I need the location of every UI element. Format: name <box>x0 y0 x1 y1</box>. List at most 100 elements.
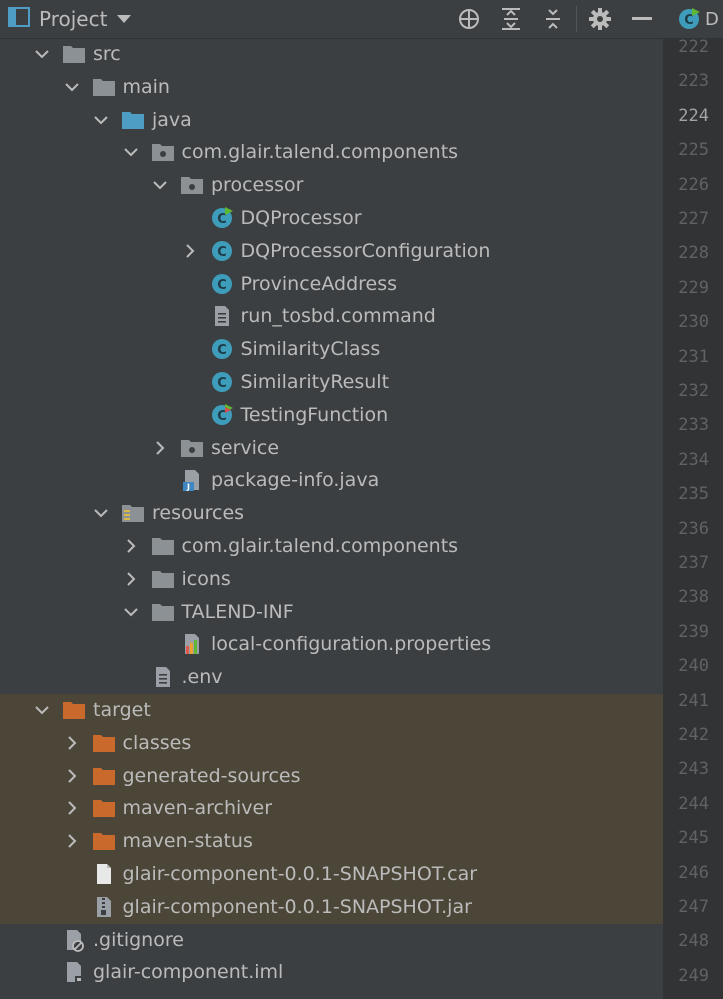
tree-item[interactable]: run_tosbd.command <box>0 300 663 333</box>
tree-item[interactable]: com.glair.talend.components <box>0 530 663 563</box>
line-number: 243 <box>678 759 709 780</box>
tree-item[interactable]: generated-sources <box>0 759 663 793</box>
tree-item-label: target <box>93 699 151 721</box>
editor-gutter: 222 223 224 225 226 227 228 229 230 231 232 233 234 2… <box>663 38 723 999</box>
tree-item[interactable]: icons <box>0 563 663 596</box>
editor-tab-label: D <box>705 8 719 30</box>
line-number: 249 <box>678 965 709 986</box>
java-class-icon: C <box>210 272 234 296</box>
editor-tab[interactable]: C D <box>663 0 723 39</box>
tree-item-label: service <box>211 436 280 459</box>
tree-item[interactable]: TALEND-INF <box>0 596 663 629</box>
tree-item[interactable]: java <box>0 104 663 137</box>
project-tool-window-header: Project <box>0 0 663 39</box>
tree-item[interactable]: src <box>0 38 663 71</box>
chevron-down-icon[interactable] <box>34 46 50 62</box>
tree-item[interactable]: C SimilarityResult <box>0 366 663 399</box>
minimize-icon[interactable] <box>621 0 663 38</box>
chevron-right-icon[interactable] <box>64 768 80 784</box>
project-tree[interactable]: src main java com.glair.talend.components pr… <box>0 38 663 999</box>
archive-icon <box>92 895 116 919</box>
line-number: 223 <box>678 71 709 92</box>
chevron-down-icon[interactable] <box>64 79 80 95</box>
tree-item-label: DQProcessor <box>240 207 362 229</box>
tree-item[interactable]: maven-status <box>0 825 663 859</box>
line-number: 236 <box>678 518 709 539</box>
line-number: 225 <box>678 140 709 161</box>
resources-folder-icon <box>121 501 145 525</box>
chevron-right-icon[interactable] <box>152 440 168 456</box>
properties-file-icon <box>180 632 204 656</box>
chevron-right-icon[interactable] <box>123 538 139 554</box>
tree-item[interactable]: C DQProcessor <box>0 202 663 235</box>
chevron-right-icon[interactable] <box>64 735 80 751</box>
folder-icon <box>151 567 175 591</box>
locate-icon[interactable] <box>448 0 490 38</box>
java-class-run-icon: C <box>210 206 234 230</box>
tree-item[interactable]: classes <box>0 726 663 760</box>
tree-item[interactable]: service <box>0 432 663 465</box>
line-number: 239 <box>678 621 709 642</box>
gitignore-file-icon <box>62 928 86 952</box>
project-view-selector[interactable]: Project <box>39 7 107 31</box>
java-class-icon: C <box>210 370 234 394</box>
line-number: 227 <box>678 209 709 229</box>
chevron-right-icon[interactable] <box>64 800 80 816</box>
line-number: 224 <box>678 105 709 126</box>
chevron-down-icon[interactable] <box>93 112 109 128</box>
tree-item[interactable]: .gitignore <box>0 924 663 957</box>
line-number: 222 <box>678 38 709 57</box>
tree-item[interactable]: C ProvinceAddress <box>0 268 663 301</box>
chevron-down-icon[interactable] <box>117 15 132 23</box>
tree-item[interactable]: local-configuration.properties <box>0 628 663 661</box>
line-number: 228 <box>678 243 709 264</box>
tree-item-label: icons <box>181 567 231 590</box>
chevron-down-icon[interactable] <box>34 702 50 718</box>
line-number: 242 <box>678 725 709 745</box>
tree-item[interactable]: main <box>0 71 663 104</box>
tree-item-label: SimilarityResult <box>240 371 390 393</box>
tree-item[interactable]: maven-archiver <box>0 792 663 826</box>
folder-icon <box>151 534 175 558</box>
tree-item[interactable]: C TestingFunction <box>0 399 663 432</box>
chevron-down-icon[interactable] <box>93 505 109 521</box>
svg-text:C: C <box>217 278 227 293</box>
java-file-icon: J <box>180 468 204 492</box>
tree-item[interactable]: target <box>0 694 663 727</box>
tree-item[interactable]: glair-component.iml <box>0 956 663 989</box>
source-folder-icon <box>121 108 145 132</box>
tree-item-label: .env <box>181 666 223 689</box>
tree-item[interactable]: processor <box>0 169 663 202</box>
tree-item-label: ProvinceAddress <box>240 272 398 295</box>
tree-item[interactable]: C DQProcessorConfiguration <box>0 235 663 268</box>
file-icon <box>92 862 116 886</box>
tree-item[interactable]: .env <box>0 661 663 694</box>
toolbar-divider <box>576 6 577 32</box>
tree-item-label: .gitignore <box>93 928 184 951</box>
chevron-down-icon[interactable] <box>123 144 139 160</box>
tree-item-label: java <box>152 108 192 131</box>
collapse-all-icon[interactable] <box>532 0 574 38</box>
tree-item-label: main <box>122 75 170 98</box>
tree-item[interactable]: glair-component-0.0.1-SNAPSHOT.jar <box>0 890 663 924</box>
svg-text:C: C <box>217 376 227 391</box>
tree-item[interactable]: glair-component-0.0.1-SNAPSHOT.car <box>0 858 663 891</box>
line-number: 240 <box>678 656 709 677</box>
tree-item-label: processor <box>211 174 304 197</box>
chevron-right-icon[interactable] <box>182 243 198 259</box>
line-number: 230 <box>678 312 709 333</box>
folder-icon <box>92 75 116 99</box>
chevron-right-icon[interactable] <box>64 833 80 849</box>
tree-item[interactable]: C SimilarityClass <box>0 333 663 366</box>
chevron-right-icon[interactable] <box>123 571 139 587</box>
tree-item-label: TALEND-INF <box>181 600 294 623</box>
tree-item[interactable]: Jpackage-info.java <box>0 464 663 497</box>
tree-item[interactable]: com.glair.talend.components <box>0 136 663 169</box>
tree-item-label: maven-archiver <box>122 797 273 820</box>
package-icon <box>180 436 204 460</box>
tree-item[interactable]: resources <box>0 497 663 530</box>
chevron-down-icon[interactable] <box>152 177 168 193</box>
expand-all-icon[interactable] <box>490 0 532 38</box>
gear-icon[interactable] <box>579 0 621 38</box>
chevron-down-icon[interactable] <box>123 604 139 620</box>
